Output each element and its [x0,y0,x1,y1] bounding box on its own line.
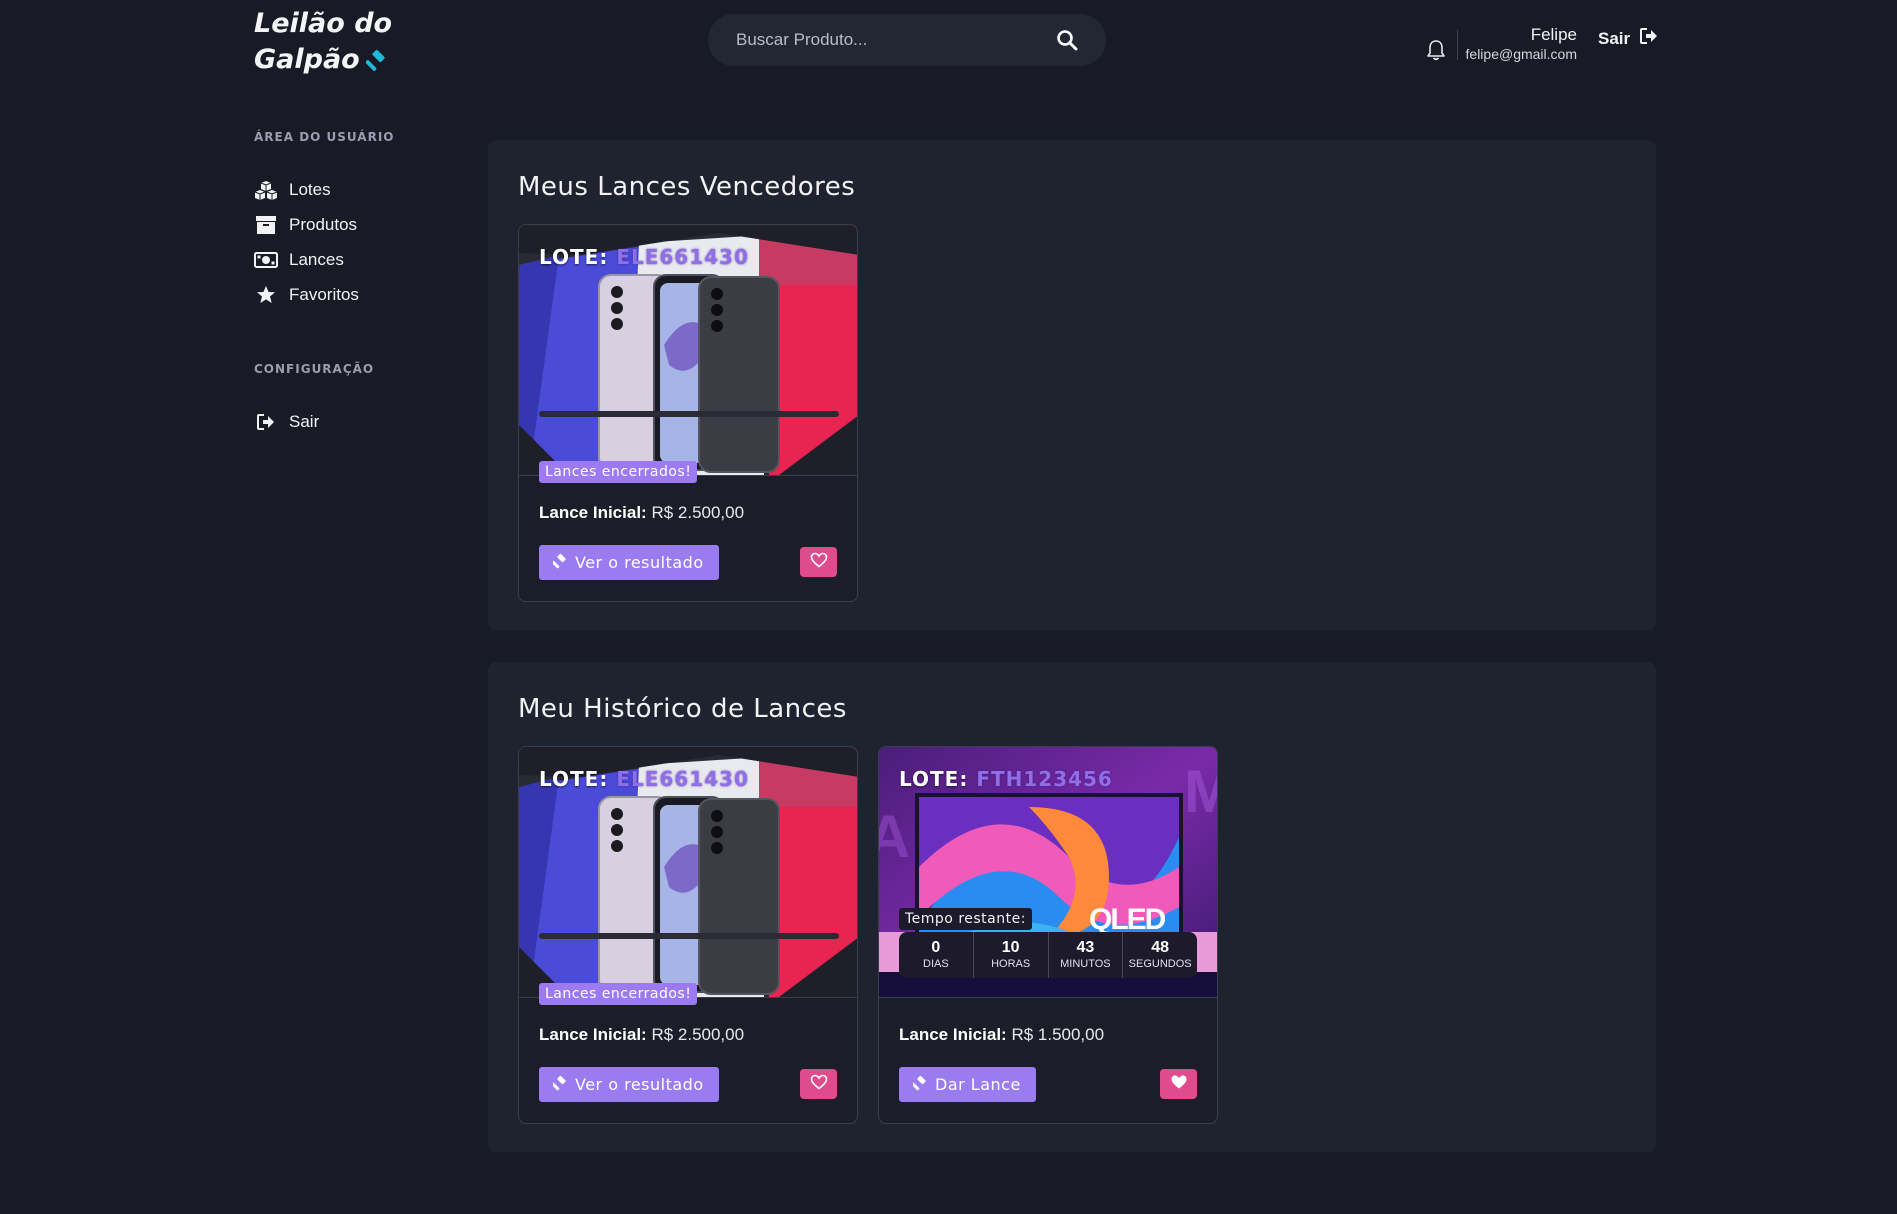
divider [879,997,1217,998]
button-label: Dar Lance [935,1075,1021,1094]
logout-label: Sair [1598,28,1631,48]
site-logo[interactable]: Leilão do Galpão [254,6,392,82]
countdown-unit: HORAS [991,958,1031,970]
price-label: Lance Inicial: [539,1025,647,1044]
lot-code: ELE661430 [616,767,749,791]
sidebar-item-label: Lotes [289,179,331,199]
star-icon [254,285,278,305]
logo-line1: Leilão do [254,8,393,39]
price-info: Lance Inicial: R$ 2.500,00 [539,503,744,523]
button-label: Ver o resultado [575,553,704,572]
place-bid-button[interactable]: Dar Lance [899,1067,1036,1102]
sidebar-item-lances[interactable]: Lances [254,242,434,277]
price-label: Lance Inicial: [539,503,647,522]
sign-out-icon [254,412,278,432]
auction-card[interactable]: LOTE: ELE661430 Lances encerrados! Lance… [518,746,858,1124]
countdown-value: 48 [1151,939,1170,956]
money-bill-icon [254,250,278,270]
status-badge: Lances encerrados! [539,461,698,483]
price-value: R$ 2.500,00 [651,503,745,522]
countdown-seconds: 48 SEGUNDOS [1123,932,1197,978]
gavel-icon [551,553,569,573]
sidebar-item-label: Sair [289,411,320,431]
countdown-unit: SEGUNDOS [1128,958,1192,970]
lot-code: ELE661430 [616,245,749,269]
section-title: Meu Histórico de Lances [518,694,847,724]
countdown-label: Tempo restante: [899,908,1032,930]
favorite-button[interactable] [800,1069,837,1099]
header-divider [1457,30,1458,60]
lot-prefix: LOTE: [539,245,609,269]
gavel-icon [911,1075,929,1095]
button-label: Ver o resultado [575,1075,704,1094]
gavel-icon [551,1075,569,1095]
bell-icon[interactable] [1426,39,1446,61]
favorite-button[interactable] [1160,1069,1197,1099]
auction-card[interactable]: LOTE: ELE661430 Lances encerrados! Lance… [518,224,858,602]
countdown-days: 0 DIAS [899,932,974,978]
sidebar-item-label: Favoritos [289,284,359,304]
bid-history-panel: Meu Histórico de Lances LOTE: ELE661430 … [488,662,1656,1152]
lot-prefix: LOTE: [539,767,609,791]
price-info: Lance Inicial: R$ 1.500,00 [899,1025,1104,1045]
heart-outline-icon [810,552,828,573]
lot-code: FTH123456 [976,767,1113,791]
price-value: R$ 2.500,00 [651,1025,745,1044]
gavel-icon [365,46,390,82]
lot-prefix: LOTE: [899,767,969,791]
lot-label: LOTE: ELE661430 [539,245,749,269]
price-value: R$ 1.500,00 [1011,1025,1105,1044]
progress-bar [539,411,839,417]
countdown-value: 43 [1076,939,1095,956]
winning-bids-panel: Meus Lances Vencedores LOTE: ELE661430 L… [488,140,1656,630]
status-badge: Lances encerrados! [539,983,698,1005]
svg-text:A: A [879,803,910,870]
sidebar-item-produtos[interactable]: Produtos [254,207,434,242]
logout-button[interactable]: Sair [1598,28,1658,49]
user-info[interactable]: Felipe felipe@gmail.com [1466,24,1577,62]
section-title: Meus Lances Vencedores [518,172,856,202]
svg-text:M: M [1184,758,1218,825]
user-name: Felipe [1530,25,1577,44]
archive-icon [254,215,278,235]
heart-outline-icon [810,1074,828,1095]
sidebar: ÁREA DO USUÁRIO Lotes Produtos Lances Fa… [254,130,434,439]
price-label: Lance Inicial: [899,1025,1007,1044]
sidebar-item-lotes[interactable]: Lotes [254,172,434,207]
heart-filled-icon [1170,1074,1188,1095]
search-icon[interactable] [1056,29,1078,51]
sidebar-section-user: ÁREA DO USUÁRIO [254,130,395,144]
countdown-minutes: 43 MINUTOS [1049,932,1124,978]
lot-label: LOTE: ELE661430 [539,767,749,791]
sidebar-section-config: CONFIGURAÇÃO [254,362,375,376]
countdown-value: 0 [931,939,941,956]
search-bar [708,14,1106,66]
sidebar-item-favoritos[interactable]: Favoritos [254,277,434,312]
view-result-button[interactable]: Ver o resultado [539,545,719,580]
auction-card[interactable]: M A QLED LOTE: FTH123456 Tempo restante:… [878,746,1218,1124]
favorite-button[interactable] [800,547,837,577]
sidebar-item-label: Produtos [289,214,358,234]
countdown-hours: 10 HORAS [974,932,1049,978]
countdown-unit: DIAS [923,958,949,970]
countdown-value: 10 [1001,939,1020,956]
lot-label: LOTE: FTH123456 [899,767,1113,791]
search-input[interactable] [736,14,1036,66]
cubes-icon [254,180,278,200]
countdown-unit: MINUTOS [1060,958,1111,970]
sign-out-icon [1640,28,1658,49]
price-info: Lance Inicial: R$ 2.500,00 [539,1025,744,1045]
sidebar-item-label: Lances [289,249,344,269]
sidebar-item-sair[interactable]: Sair [254,404,434,439]
view-result-button[interactable]: Ver o resultado [539,1067,719,1102]
user-email: felipe@gmail.com [1465,46,1577,62]
countdown-timer: 0 DIAS 10 HORAS 43 MINUTOS 48 SEGUNDOS [899,932,1197,978]
progress-bar [539,933,839,939]
logo-line2: Galpão [254,44,360,75]
